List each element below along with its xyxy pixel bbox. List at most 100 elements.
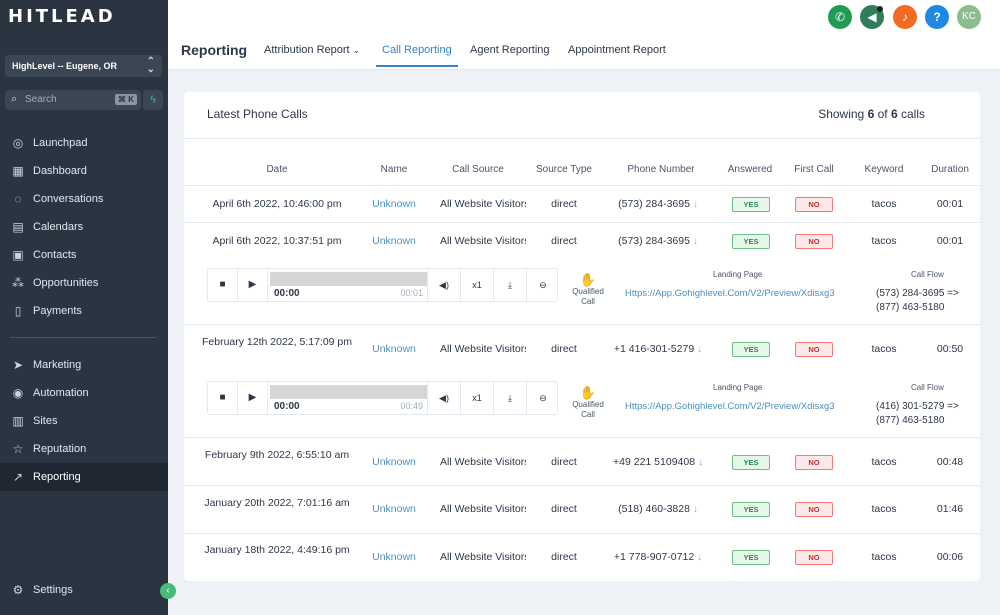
help-icon[interactable]: ? xyxy=(925,5,949,29)
column-header-answered[interactable]: Answered xyxy=(720,164,780,175)
chevron-down-icon: ⌄ xyxy=(352,45,361,55)
arrow-down-icon: ↓ xyxy=(692,199,698,210)
sidebar-item-launchpad[interactable]: ◎ Launchpad xyxy=(0,129,168,157)
sidebar-item-label: Marketing xyxy=(33,359,82,371)
avatar[interactable]: KC xyxy=(957,5,981,29)
phone-number: (573) 284-3695 ↓ xyxy=(608,235,708,247)
contact-name-link[interactable]: Unknown xyxy=(364,343,424,355)
answered-badge: YES xyxy=(732,550,770,565)
call-duration: 00:48 xyxy=(936,456,964,468)
tab-attribution-report[interactable]: Attribution Report ⌄ xyxy=(264,44,360,56)
call-flow-to: (877) 463-5180 xyxy=(876,302,945,313)
card-title: Latest Phone Calls xyxy=(207,107,308,121)
progress-track[interactable] xyxy=(270,385,427,399)
tab-call-reporting[interactable]: Call Reporting xyxy=(382,44,452,56)
arrow-down-icon: ↓ xyxy=(697,344,703,355)
sidebar-item-payments[interactable]: ▯ Payments xyxy=(0,297,168,325)
call-duration: 00:06 xyxy=(936,551,964,563)
sidebar-item-label: Sites xyxy=(33,415,58,427)
rocket-icon: ◎ xyxy=(12,136,24,150)
qualified-call[interactable]: ✋ Qualified Call xyxy=(566,273,610,307)
column-header-name[interactable]: Name xyxy=(364,164,424,175)
bell-icon[interactable]: ♪ xyxy=(893,5,917,29)
first-call-badge: NO xyxy=(795,234,833,249)
answered-badge: YES xyxy=(732,455,770,470)
search-input[interactable]: ⌕ Search ⌘ K xyxy=(5,90,141,110)
audio-progress[interactable]: 00:00 00:49 xyxy=(270,385,427,412)
tab-agent-reporting[interactable]: Agent Reporting xyxy=(470,44,550,56)
download-icon[interactable]: ⤓ xyxy=(493,382,526,414)
volume-icon[interactable]: ◀) xyxy=(427,269,460,301)
divider xyxy=(184,485,980,486)
sidebar-item-marketing[interactable]: ➤ Marketing xyxy=(0,351,168,379)
call-source: All Website Visitors xyxy=(440,343,526,355)
location-switcher[interactable]: HighLevel -- Eugene, OR ⌃ ⌄ xyxy=(5,55,162,77)
quick-action-bolt-icon[interactable]: ϟ xyxy=(143,90,163,110)
call-date: February 12th 2022, 5:17:09 pm xyxy=(202,336,353,348)
contact-name-link[interactable]: Unknown xyxy=(364,551,424,563)
progress-track[interactable] xyxy=(270,272,427,286)
contact-name-link[interactable]: Unknown xyxy=(364,456,424,468)
sidebar-item-automation[interactable]: ◉ Automation xyxy=(0,379,168,407)
source-type: direct xyxy=(551,503,577,515)
phone-number: +49 221 5109408 ↓ xyxy=(608,456,708,468)
playback-speed-button[interactable]: x1 xyxy=(460,382,493,414)
sidebar-item-sites[interactable]: ▥ Sites xyxy=(0,407,168,435)
playback-speed-button[interactable]: x1 xyxy=(460,269,493,301)
call-source: All Website Visitors xyxy=(440,551,526,563)
column-header-keyword[interactable]: Keyword xyxy=(854,164,914,175)
keyword: tacos xyxy=(871,343,897,355)
sidebar-item-label: Automation xyxy=(33,387,89,399)
megaphone-icon[interactable]: ◀ xyxy=(860,5,884,29)
sidebar-item-settings[interactable]: ⚙ Settings xyxy=(0,576,168,604)
call-flow-label: Call Flow xyxy=(911,270,944,279)
audio-player: ■ ▶ 00:00 00:49 ◀) x1 ⤓ ⊖ xyxy=(207,381,558,415)
tab-appointment-report[interactable]: Appointment Report xyxy=(568,44,666,56)
play-button[interactable]: ▶ xyxy=(238,382,268,414)
audio-player: ■ ▶ 00:00 00:01 ◀) x1 ⤓ ⊖ xyxy=(207,268,558,302)
column-header-call-source[interactable]: Call Source xyxy=(438,164,518,175)
sidebar-item-contacts[interactable]: ▣ Contacts xyxy=(0,241,168,269)
answered-badge: YES xyxy=(732,197,770,212)
opportunities-icon: ⁂ xyxy=(12,276,24,290)
audio-progress[interactable]: 00:00 00:01 xyxy=(270,272,427,299)
volume-icon[interactable]: ◀) xyxy=(427,382,460,414)
sidebar-item-opportunities[interactable]: ⁂ Opportunities xyxy=(0,269,168,297)
sidebar-item-reputation[interactable]: ☆ Reputation xyxy=(0,435,168,463)
showing-count: Showing 6 of 6 calls xyxy=(818,107,925,121)
stop-button[interactable]: ■ xyxy=(208,269,238,301)
sidebar-item-reporting[interactable]: ↗ Reporting xyxy=(0,463,168,491)
column-header-phone-number[interactable]: Phone Number xyxy=(614,164,708,175)
remove-icon[interactable]: ⊖ xyxy=(526,269,559,301)
phone-calls-card: Latest Phone Calls Showing 6 of 6 calls … xyxy=(184,92,980,581)
sidebar-item-label: Reputation xyxy=(33,443,87,455)
remove-icon[interactable]: ⊖ xyxy=(526,382,559,414)
automation-icon: ◉ xyxy=(12,386,24,400)
qualified-call[interactable]: ✋ Qualified Call xyxy=(566,386,610,420)
column-header-date[interactable]: Date xyxy=(247,164,307,175)
column-header-source-type[interactable]: Source Type xyxy=(524,164,604,175)
showing-count-value: 6 xyxy=(867,107,875,121)
contact-name-link[interactable]: Unknown xyxy=(364,235,424,247)
sidebar-item-dashboard[interactable]: ▦ Dashboard xyxy=(0,157,168,185)
phone-number-value: (573) 284-3695 xyxy=(618,198,690,210)
call-source: All Website Visitors xyxy=(440,235,526,247)
phone-icon[interactable]: ✆ xyxy=(828,5,852,29)
search-placeholder: Search xyxy=(25,94,57,105)
contact-name-link[interactable]: Unknown xyxy=(364,503,424,515)
collapse-sidebar-button[interactable]: ‹ xyxy=(160,583,176,599)
current-time: 00:00 xyxy=(274,401,300,412)
column-header-duration[interactable]: Duration xyxy=(920,164,980,175)
source-type: direct xyxy=(551,456,577,468)
landing-page-link[interactable]: Https://App.Gohighlevel.Com/V2/Preview/X… xyxy=(625,288,861,299)
landing-page-link[interactable]: Https://App.Gohighlevel.Com/V2/Preview/X… xyxy=(625,401,861,412)
sidebar-item-label: Opportunities xyxy=(33,277,99,289)
sidebar-item-calendars[interactable]: ▤ Calendars xyxy=(0,213,168,241)
arrow-down-icon: ↓ xyxy=(692,236,698,247)
play-button[interactable]: ▶ xyxy=(238,269,268,301)
stop-button[interactable]: ■ xyxy=(208,382,238,414)
contact-name-link[interactable]: Unknown xyxy=(364,198,424,210)
download-icon[interactable]: ⤓ xyxy=(493,269,526,301)
sidebar-item-conversations[interactable]: ◌ Conversations xyxy=(0,185,168,213)
column-header-first-call[interactable]: First Call xyxy=(784,164,844,175)
